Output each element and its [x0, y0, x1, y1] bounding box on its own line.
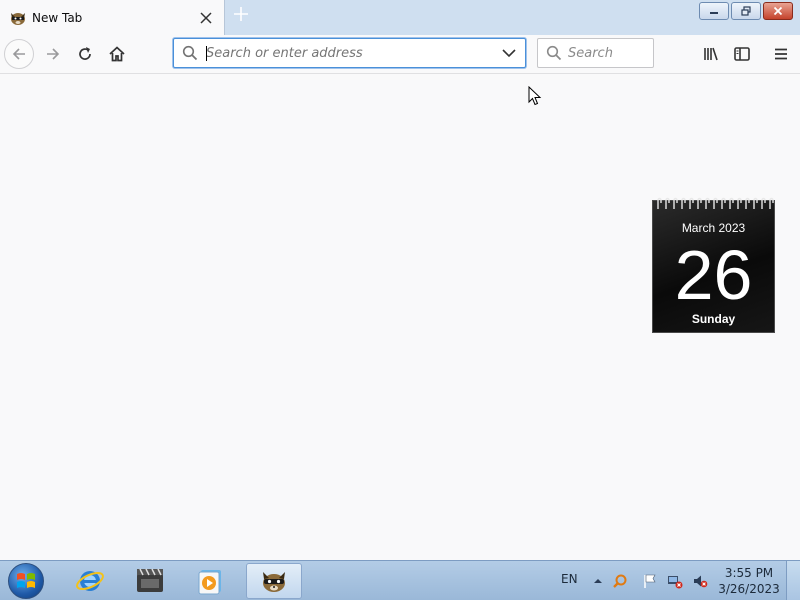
action-center-flag-icon[interactable] [642, 573, 658, 589]
clock-date: 3/26/2023 [718, 582, 780, 596]
show-desktop-button[interactable] [786, 561, 800, 600]
restore-button[interactable] [731, 2, 761, 20]
close-tab-icon[interactable] [194, 6, 218, 30]
search-placeholder: Search [568, 45, 613, 61]
media-player-icon [198, 570, 221, 595]
magnifier-tray-icon[interactable] [612, 573, 628, 589]
home-icon [109, 46, 125, 62]
library-icon [704, 47, 718, 61]
taskbar-media-player[interactable] [182, 563, 238, 599]
back-arrow-icon [12, 48, 25, 60]
calendar-month-year: March 2023 [681, 221, 746, 235]
minimize-button[interactable] [699, 2, 729, 20]
minimize-icon [710, 12, 718, 14]
raccoon-browser-icon [263, 572, 285, 592]
show-hidden-icons-icon[interactable] [590, 573, 606, 589]
library-button[interactable] [697, 40, 725, 68]
search-bar[interactable]: Search [537, 38, 654, 68]
windows-logo-icon [17, 573, 35, 588]
address-bar[interactable] [173, 38, 526, 68]
sidebar-button[interactable] [728, 40, 756, 68]
text-caret [206, 46, 207, 61]
new-tab-button[interactable] [230, 5, 252, 27]
taskbar-internet-explorer[interactable] [62, 563, 118, 599]
volume-muted-icon[interactable] [692, 573, 708, 589]
search-icon [182, 45, 198, 61]
calendar-rings [657, 197, 774, 209]
forward-button[interactable] [38, 39, 68, 69]
start-button[interactable] [8, 563, 44, 599]
navigation-toolbar: Search [0, 35, 800, 74]
forward-arrow-icon [47, 48, 60, 60]
clock-time: 3:55 PM [724, 566, 774, 580]
mouse-pointer-icon [528, 86, 542, 106]
hamburger-menu-icon [775, 48, 787, 60]
language-indicator[interactable]: EN [561, 572, 578, 586]
tab-title: New Tab [32, 10, 83, 25]
taskbar: EN 3:55 PM 3/26/2023 [0, 560, 800, 600]
internet-explorer-icon [76, 571, 104, 591]
sidebar-icon [734, 47, 750, 61]
plus-icon [234, 7, 248, 21]
app-menu-button[interactable] [767, 40, 795, 68]
window-controls [699, 2, 793, 20]
calendar-weekday: Sunday [691, 312, 736, 326]
taskbar-video-editor[interactable] [122, 563, 178, 599]
tab-new-tab[interactable]: New Tab [0, 0, 225, 35]
close-icon [773, 6, 783, 16]
system-clock[interactable]: 3:55 PM 3/26/2023 [718, 565, 780, 597]
close-window-button[interactable] [763, 2, 793, 20]
calendar-gadget[interactable]: March 2023 26 Sunday [652, 197, 775, 333]
chevron-down-icon[interactable] [499, 43, 519, 63]
calendar-day-number: 26 [674, 236, 753, 314]
home-button[interactable] [102, 39, 132, 69]
back-button[interactable] [4, 39, 34, 69]
video-clapper-icon [137, 568, 163, 592]
taskbar-raccoon-browser[interactable] [246, 563, 302, 599]
search-icon [546, 45, 562, 61]
raccoon-icon [11, 12, 25, 25]
reload-button[interactable] [70, 39, 100, 69]
restore-icon [741, 6, 751, 16]
address-input[interactable] [206, 45, 499, 61]
tab-strip: New Tab [0, 0, 800, 35]
network-disconnected-icon[interactable] [667, 573, 683, 589]
reload-icon [79, 47, 91, 60]
